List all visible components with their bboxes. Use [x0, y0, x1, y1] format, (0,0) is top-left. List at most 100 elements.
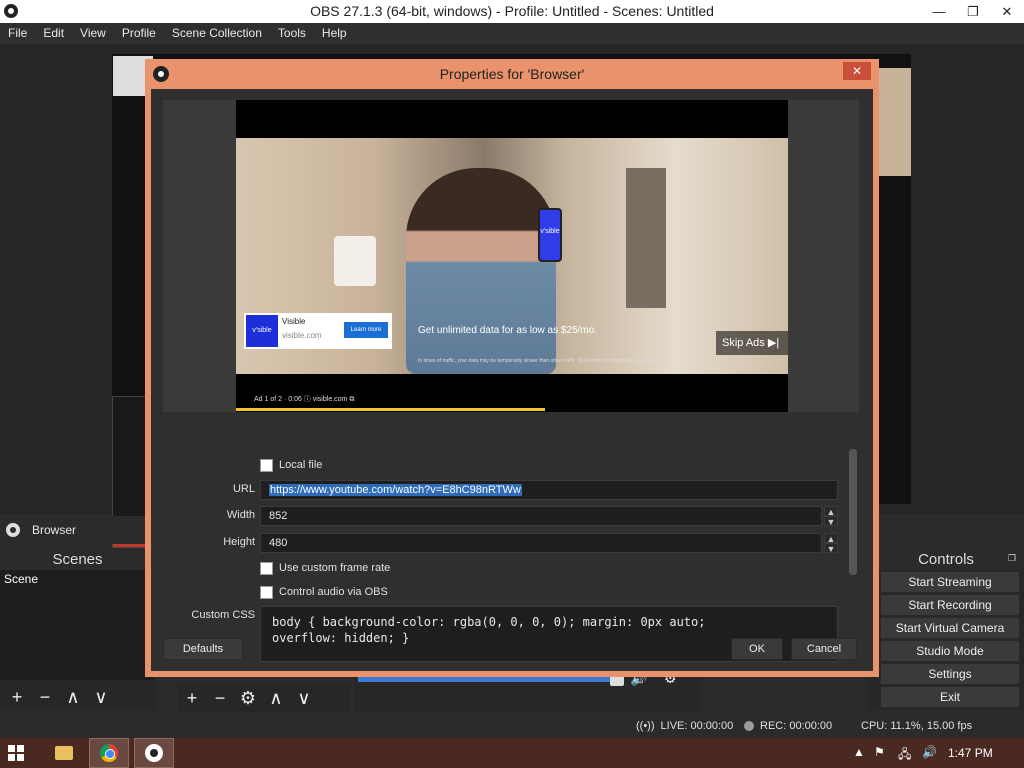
local-file-label: Local file — [279, 459, 323, 471]
live-status: ((•)) LIVE: 00:00:00 — [636, 720, 733, 732]
close-button[interactable]: ✕ — [990, 0, 1024, 23]
properties-scrollbar[interactable] — [849, 449, 857, 575]
preview-thumbnail-right — [878, 68, 911, 176]
ad-progress-bar[interactable] — [236, 408, 546, 411]
properties-dialog: Properties for 'Browser' ✕ v'sible v'sib… — [145, 59, 879, 677]
ad-fine-print: In times of traffic, your data may be te… — [418, 358, 688, 364]
window-controls: — ❐ ✕ — [922, 0, 1024, 23]
menu-help[interactable]: Help — [314, 23, 355, 44]
local-file-row: Local file — [163, 456, 863, 476]
action-center-flag-icon[interactable]: ⚑ — [874, 745, 885, 759]
video-player[interactable]: v'sible v'sible Visible visible.com Lear… — [236, 100, 788, 412]
browser-source-icon — [6, 523, 20, 537]
cpu-text: CPU: 11.1%, 15.00 fps — [861, 720, 973, 732]
menu-bar: File Edit View Profile Scene Collection … — [0, 23, 1024, 44]
custom-frame-rate-label: Use custom frame rate — [279, 562, 391, 574]
url-value: https://www.youtube.com/watch?v=E8hC98nR… — [269, 484, 522, 496]
defaults-button[interactable]: Defaults — [163, 638, 243, 660]
chrome-taskbar-button[interactable] — [89, 738, 129, 768]
custom-frame-rate-row: Use custom frame rate — [163, 559, 863, 579]
doorway — [626, 168, 666, 308]
ad-name: Visible — [282, 317, 306, 326]
custom-css-row: Custom CSS body { background-color: rgba… — [163, 606, 863, 662]
menu-scene-collection[interactable]: Scene Collection — [164, 23, 270, 44]
menu-view[interactable]: View — [72, 23, 114, 44]
scene-item[interactable]: Scene — [0, 570, 155, 588]
exit-button[interactable]: Exit — [880, 686, 1020, 708]
settings-button[interactable]: Settings — [880, 663, 1020, 685]
scenes-dock-title: Scenes — [0, 548, 155, 570]
ad-site: visible.com — [282, 331, 322, 340]
remove-source-button[interactable]: − — [206, 688, 234, 709]
width-input[interactable]: 852 — [260, 506, 822, 526]
move-source-down-button[interactable]: ∨ — [290, 688, 318, 709]
dialog-title: Properties for 'Browser' — [439, 66, 585, 82]
move-scene-up-button[interactable]: ∧ — [60, 687, 86, 708]
remove-scene-button[interactable]: − — [32, 687, 58, 708]
live-timer: LIVE: 00:00:00 — [660, 720, 734, 732]
show-hidden-icons-icon[interactable]: ▲ — [853, 745, 865, 759]
scenes-toolbar: + − ∧ ∨ — [0, 684, 114, 710]
add-source-button[interactable]: + — [178, 688, 206, 709]
start-streaming-button[interactable]: Start Streaming — [880, 571, 1020, 593]
ad-card[interactable]: v'sible Visible visible.com Learn more — [244, 313, 392, 349]
start-recording-button[interactable]: Start Recording — [880, 594, 1020, 616]
url-input[interactable]: https://www.youtube.com/watch?v=E8hC98nR… — [260, 480, 838, 500]
obs-icon — [145, 744, 163, 762]
url-label: URL — [232, 483, 255, 495]
file-explorer-taskbar-button[interactable] — [44, 738, 84, 768]
network-icon[interactable]: 🖧 — [898, 745, 911, 766]
move-source-up-button[interactable]: ∧ — [262, 688, 290, 709]
menu-tools[interactable]: Tools — [270, 23, 314, 44]
width-stepper[interactable]: ▲ ▼ — [824, 506, 838, 527]
person-image — [406, 168, 556, 374]
mug-image — [334, 236, 376, 286]
windows-start-icon[interactable] — [8, 745, 24, 761]
minimize-button[interactable]: — — [922, 0, 956, 23]
skip-ads-button[interactable]: Skip Ads ▶| — [716, 331, 788, 355]
width-down-icon[interactable]: ▼ — [824, 516, 838, 527]
dialog-body: v'sible v'sible Visible visible.com Lear… — [151, 89, 873, 671]
height-label: Height — [223, 536, 255, 548]
controls-dock-title-text: Controls — [918, 550, 974, 568]
cpu-status: CPU: 11.1%, 15.00 fps — [861, 720, 972, 732]
ad-tagline: Get unlimited data for as low as $25/mo. — [418, 325, 597, 336]
chrome-icon — [100, 744, 118, 762]
source-properties-gear-icon[interactable]: ⚙ — [234, 688, 262, 709]
custom-frame-rate-checkbox[interactable] — [260, 562, 273, 575]
volume-icon[interactable]: 🔊 — [922, 745, 937, 759]
studio-mode-button[interactable]: Studio Mode — [880, 640, 1020, 662]
scenes-list: Scene — [0, 570, 155, 680]
local-file-checkbox[interactable] — [260, 459, 273, 472]
dialog-close-button[interactable]: ✕ — [843, 62, 871, 80]
width-up-icon[interactable]: ▲ — [824, 506, 838, 517]
obs-taskbar-button[interactable] — [134, 738, 174, 768]
undock-icon[interactable]: ❐ — [1008, 553, 1016, 564]
taskbar: ▲ ⚑ 🖧 🔊 1:47 PM — [0, 738, 1024, 768]
move-scene-down-button[interactable]: ∨ — [88, 687, 114, 708]
control-audio-label: Control audio via OBS — [279, 586, 388, 598]
control-audio-checkbox[interactable] — [260, 586, 273, 599]
status-bar: ((•)) LIVE: 00:00:00 REC: 00:00:00 CPU: … — [0, 716, 1024, 738]
menu-profile[interactable]: Profile — [114, 23, 164, 44]
menu-edit[interactable]: Edit — [35, 23, 72, 44]
rec-status: REC: 00:00:00 — [744, 720, 832, 732]
url-row: URL https://www.youtube.com/watch?v=E8hC… — [163, 480, 863, 500]
live-broadcast-icon: ((•)) — [636, 720, 655, 732]
window-title: OBS 27.1.3 (64-bit, windows) - Profile: … — [310, 3, 714, 19]
height-up-icon[interactable]: ▲ — [824, 533, 838, 544]
cancel-button[interactable]: Cancel — [791, 638, 857, 660]
taskbar-clock[interactable]: 1:47 PM — [948, 746, 993, 760]
add-scene-button[interactable]: + — [4, 687, 30, 708]
controls-dock: Controls ❐ Start Streaming Start Recordi… — [868, 548, 1024, 710]
ad-logo: v'sible — [246, 315, 278, 347]
start-virtual-camera-button[interactable]: Start Virtual Camera — [880, 617, 1020, 639]
ok-button[interactable]: OK — [731, 638, 783, 660]
menu-file[interactable]: File — [0, 23, 35, 44]
restore-button[interactable]: ❐ — [956, 0, 990, 23]
height-row: Height 480 ▲ ▼ — [163, 533, 863, 554]
height-stepper[interactable]: ▲ ▼ — [824, 533, 838, 554]
height-input[interactable]: 480 — [260, 533, 822, 553]
learn-more-button[interactable]: Learn more — [344, 322, 388, 338]
height-down-icon[interactable]: ▼ — [824, 543, 838, 554]
